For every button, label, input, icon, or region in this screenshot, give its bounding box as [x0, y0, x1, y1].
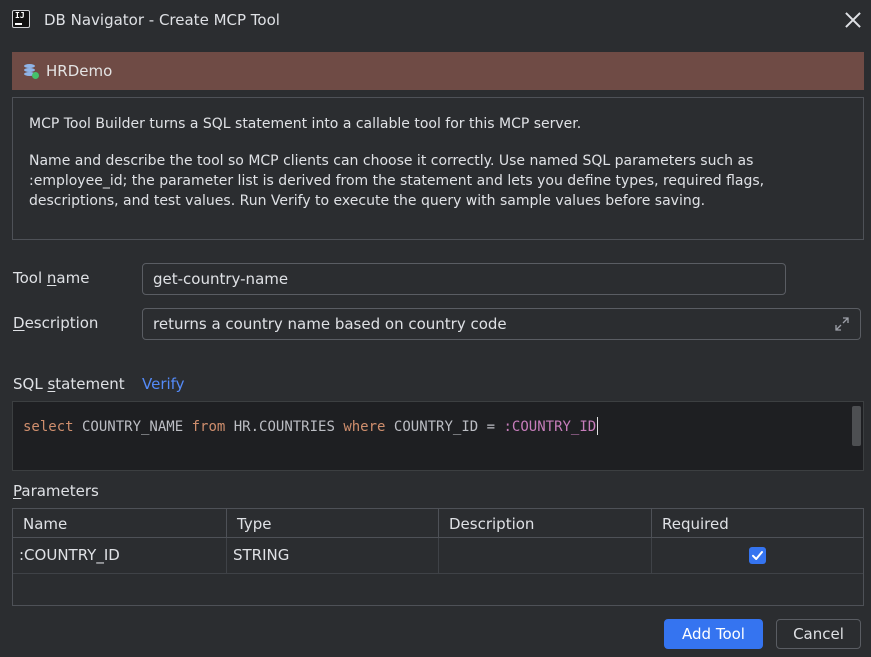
connection-bar: HRDemo	[12, 52, 864, 90]
column-header-type[interactable]: Type	[227, 509, 439, 538]
sql-line: select COUNTRY_NAME from HR.COUNTRIES wh…	[23, 417, 599, 435]
info-paragraph-1: MCP Tool Builder turns a SQL statement i…	[29, 116, 582, 132]
param-description-cell[interactable]	[439, 538, 652, 574]
database-connected-icon	[24, 64, 39, 79]
description-input[interactable]: returns a country name based on country …	[142, 308, 861, 340]
info-panel: MCP Tool Builder turns a SQL statement i…	[12, 97, 864, 240]
title-bar: IJ DB Navigator - Create MCP Tool	[0, 0, 871, 40]
sql-keyword-where: where	[343, 419, 386, 435]
intellij-icon: IJ	[12, 10, 30, 28]
table-header: Name Type Description Required	[13, 509, 863, 538]
table-row[interactable]: :COUNTRY_ID STRING	[13, 538, 863, 574]
info-paragraph-2: Name and describe the tool so MCP client…	[29, 151, 847, 211]
sql-editor[interactable]: select COUNTRY_NAME from HR.COUNTRIES wh…	[12, 401, 864, 471]
param-name-cell[interactable]: :COUNTRY_ID	[13, 538, 227, 574]
info-line-2: :employee_id; the parameter list is deri…	[29, 173, 765, 189]
description-label: Description	[13, 314, 99, 332]
sql-keyword-from: from	[191, 419, 226, 435]
verify-link[interactable]: Verify	[142, 375, 185, 393]
parameters-table: Name Type Description Required :COUNTRY_…	[12, 508, 864, 606]
parameters-label: Parameters	[13, 482, 99, 500]
window-title: DB Navigator - Create MCP Tool	[44, 11, 280, 29]
column-header-name[interactable]: Name	[13, 509, 227, 538]
cancel-button[interactable]: Cancel	[776, 619, 861, 649]
expand-icon[interactable]	[834, 316, 850, 332]
add-tool-button[interactable]: Add Tool	[664, 619, 763, 649]
tool-name-label: Tool name	[13, 269, 90, 287]
info-line-3: descriptions, and test values. Run Verif…	[29, 193, 706, 209]
sql-statement-label: SQL statement	[13, 375, 125, 393]
sql-keyword-select: select	[23, 419, 74, 435]
text-caret	[597, 417, 599, 435]
sql-parameter: :COUNTRY_ID	[503, 419, 597, 435]
checkmark-icon	[752, 551, 763, 560]
param-required-cell	[652, 538, 863, 574]
param-type-cell[interactable]: STRING	[227, 538, 439, 574]
sql-column: COUNTRY_NAME	[73, 419, 192, 435]
column-header-required[interactable]: Required	[652, 509, 863, 538]
info-line-1: Name and describe the tool so MCP client…	[29, 153, 754, 169]
tool-name-input[interactable]: get-country-name	[142, 263, 786, 295]
sql-condition: COUNTRY_ID =	[385, 419, 504, 435]
connection-name: HRDemo	[46, 62, 113, 80]
description-value: returns a country name based on country …	[153, 315, 507, 333]
editor-scrollbar[interactable]	[852, 406, 861, 446]
column-header-description[interactable]: Description	[439, 509, 652, 538]
close-icon[interactable]	[842, 9, 864, 31]
sql-table: HR.COUNTRIES	[225, 419, 344, 435]
required-checkbox[interactable]	[749, 547, 766, 564]
